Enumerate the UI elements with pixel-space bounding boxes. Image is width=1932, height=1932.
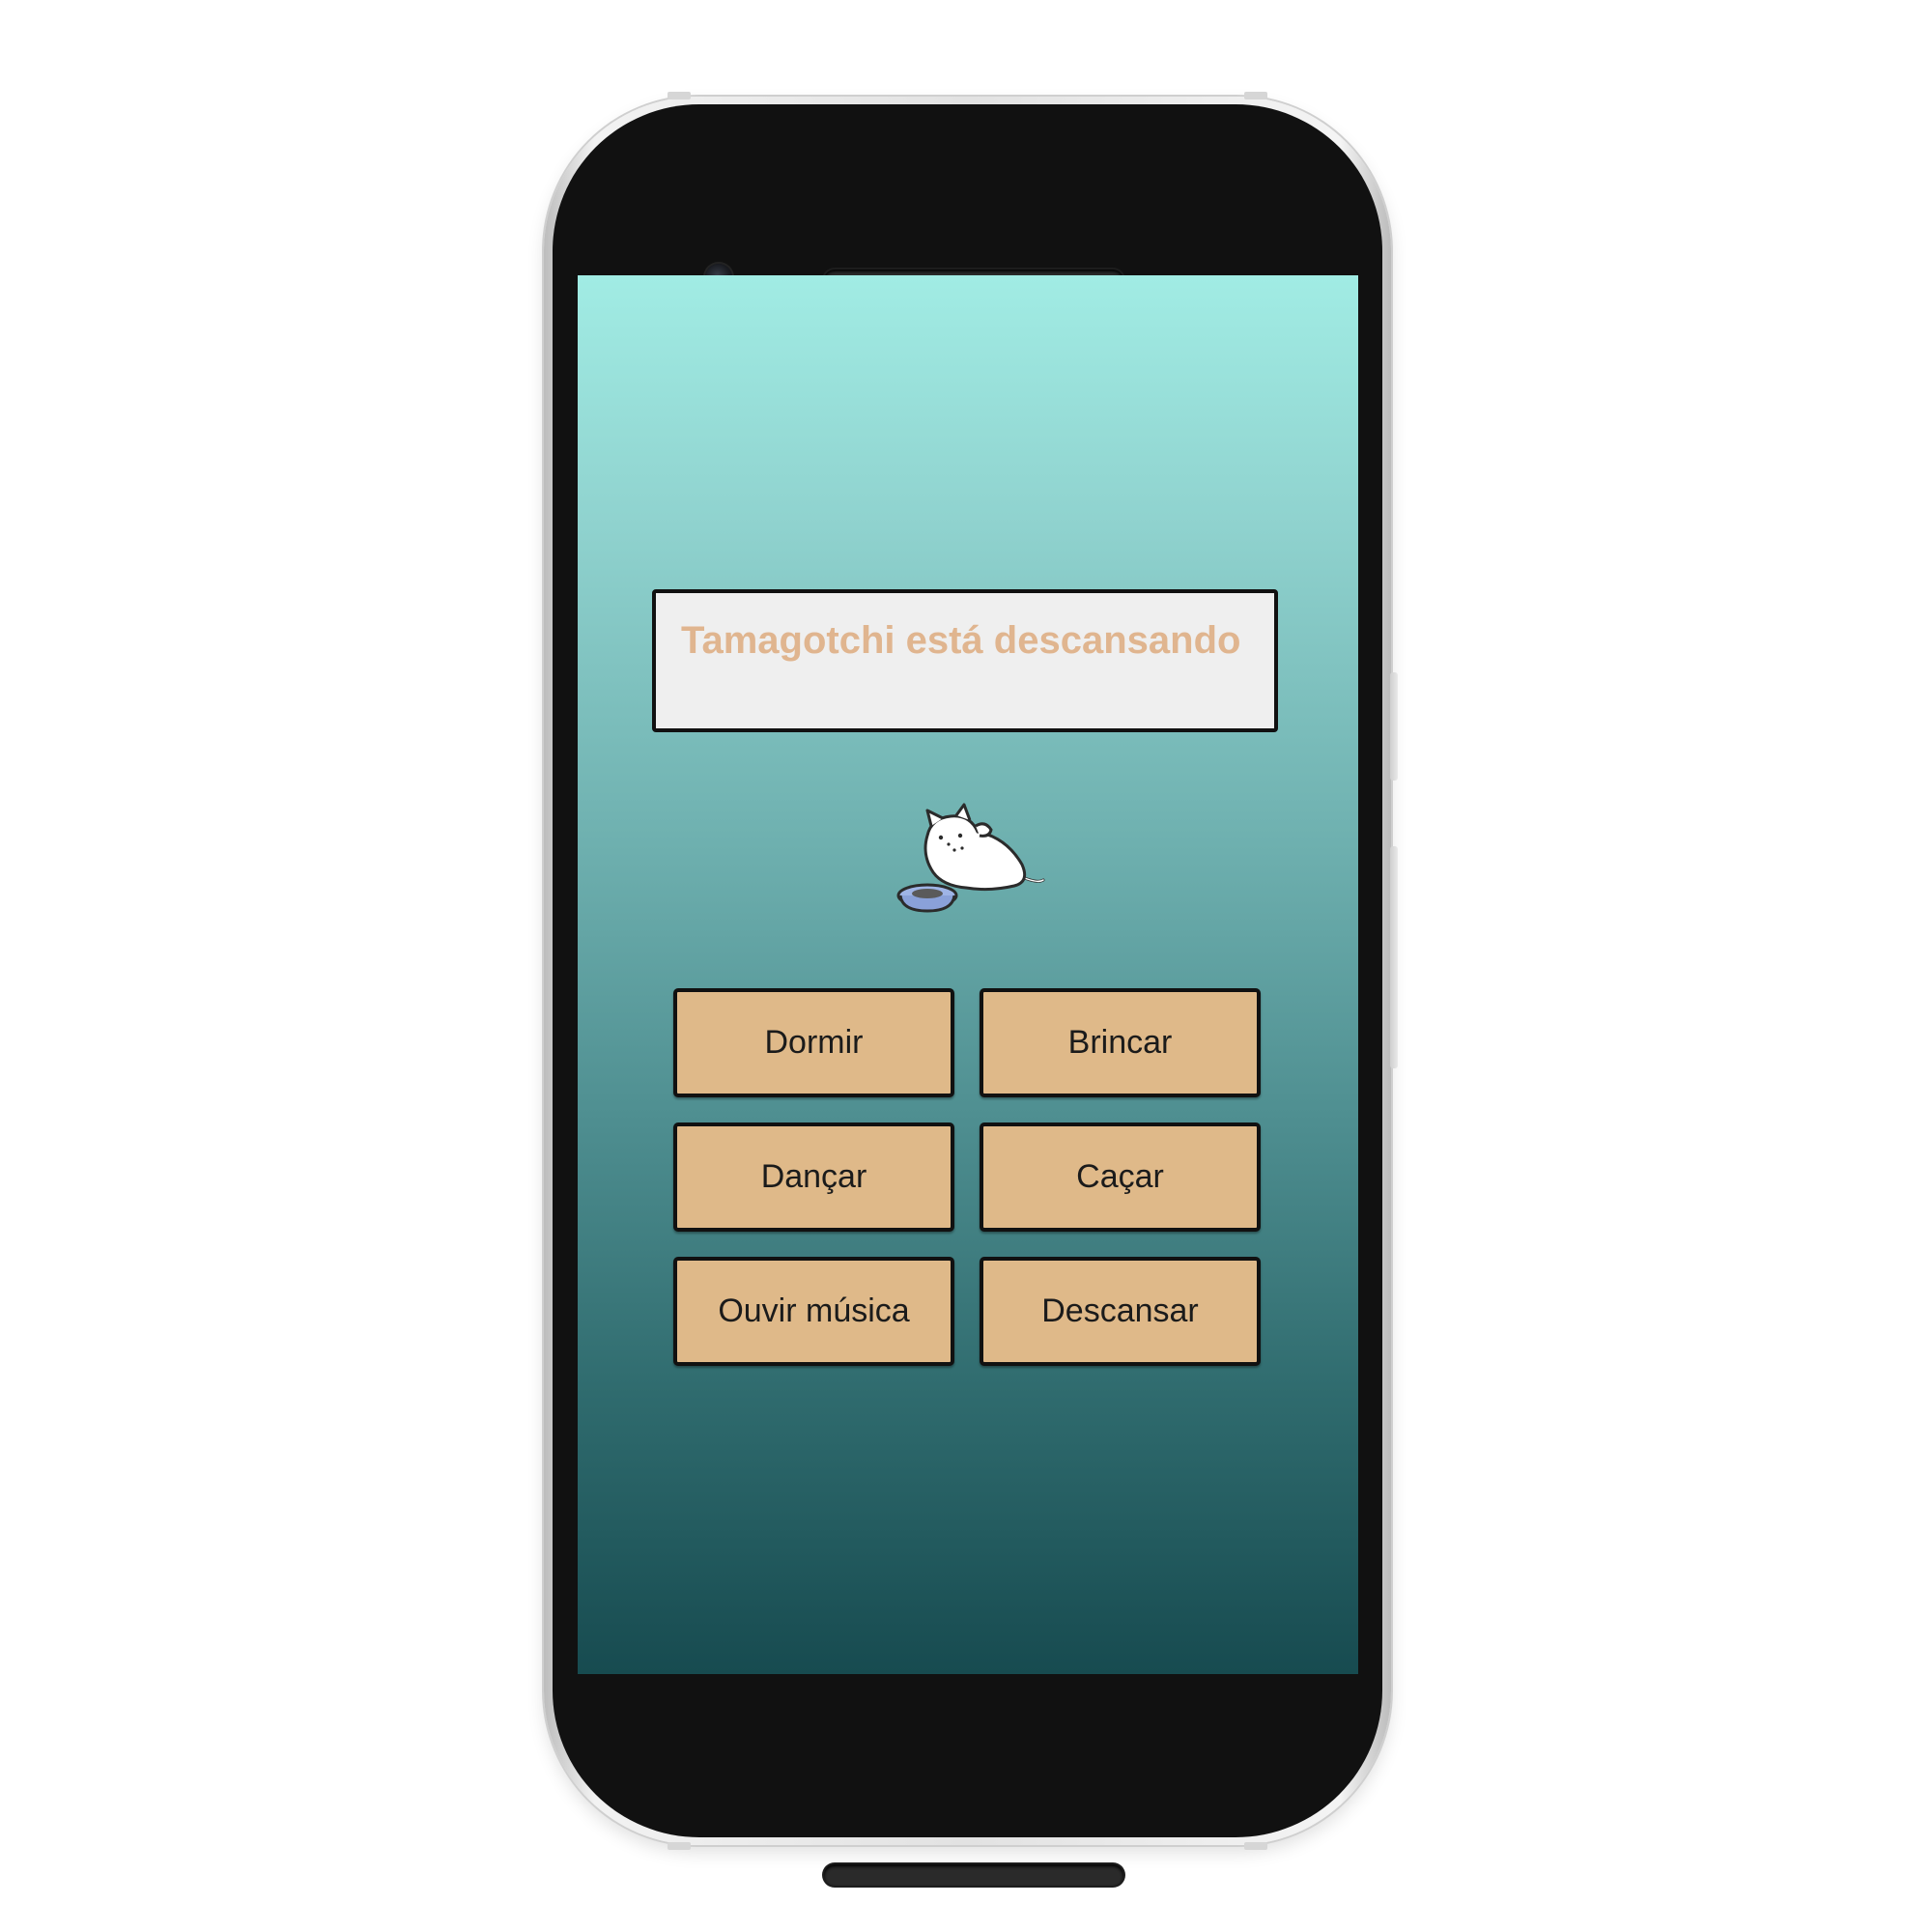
play-button[interactable]: Brincar: [980, 988, 1261, 1097]
hunt-button[interactable]: Caçar: [980, 1122, 1261, 1232]
rest-button[interactable]: Descansar: [980, 1257, 1261, 1366]
dance-button[interactable]: Dançar: [673, 1122, 954, 1232]
frame-antenna-line: [1244, 92, 1267, 99]
frame-antenna-line: [668, 1842, 691, 1850]
status-display: Tamagotchi está descansando: [652, 589, 1278, 732]
frame-antenna-line: [1244, 1842, 1267, 1850]
listen-music-button[interactable]: Ouvir música: [673, 1257, 954, 1366]
status-text: Tamagotchi está descansando: [681, 619, 1241, 662]
power-button: [1390, 672, 1398, 781]
frame-antenna-line: [668, 92, 691, 99]
volume-button: [1390, 846, 1398, 1068]
action-button-grid: Dormir Brincar Dançar Caçar Ouvir música…: [673, 988, 1261, 1366]
bottom-speaker: [824, 1864, 1123, 1886]
sleep-button[interactable]: Dormir: [673, 988, 954, 1097]
device-frame-stage: Tamagotchi está descansando Dormir Brinc…: [0, 0, 1932, 1932]
cat-eating-icon: [896, 803, 1045, 913]
app-screen: Tamagotchi está descansando Dormir Brinc…: [578, 275, 1358, 1674]
